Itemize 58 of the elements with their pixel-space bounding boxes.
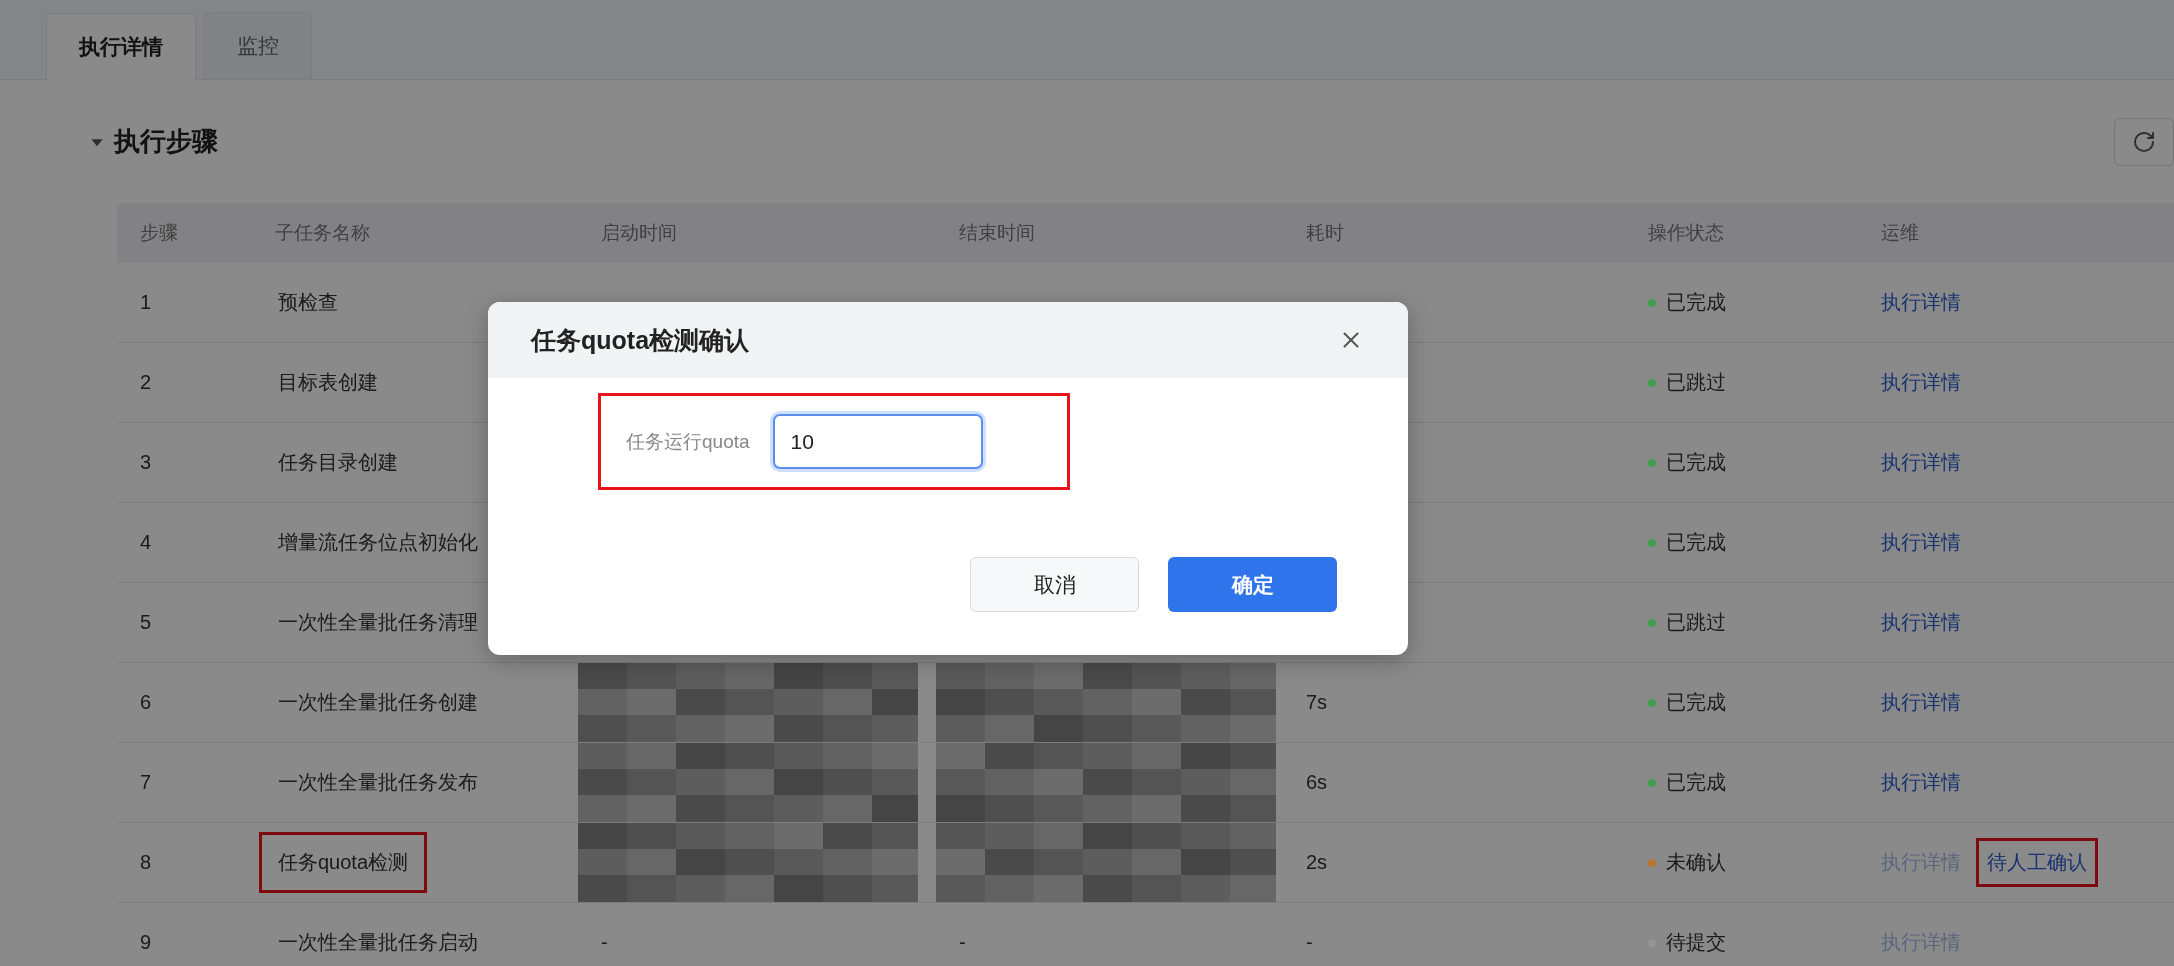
status-text: 已跳过 bbox=[1666, 610, 1726, 635]
table-cell: 5 bbox=[140, 611, 152, 634]
status-text: 待提交 bbox=[1666, 930, 1726, 955]
confirm-button[interactable]: 确定 bbox=[1168, 557, 1337, 612]
action-link[interactable]: 执行详情 bbox=[1870, 758, 1972, 807]
column-header: 步骤 bbox=[139, 221, 179, 245]
table-cell: - bbox=[959, 931, 966, 954]
table-cell: 6 bbox=[140, 691, 152, 714]
table-cell-text: 预检查 bbox=[277, 290, 339, 315]
table-cell: 2 bbox=[140, 371, 152, 394]
dialog-title: 任务quota检测确认 bbox=[531, 324, 750, 356]
tab[interactable]: 监控 bbox=[204, 12, 312, 79]
column-header: 结束时间 bbox=[958, 221, 1036, 245]
tab[interactable]: 执行详情 bbox=[46, 13, 196, 80]
table-cell: - bbox=[1306, 931, 1313, 954]
table-cell: 8 bbox=[140, 851, 152, 874]
action-link[interactable]: 执行详情 bbox=[1870, 598, 1972, 647]
column-header: 操作状态 bbox=[1647, 221, 1725, 245]
table-cell-text: 一次性全量批任务清理 bbox=[277, 610, 479, 635]
status-text: 已完成 bbox=[1666, 530, 1726, 555]
table-cell: 1 bbox=[140, 291, 152, 314]
table-cell-text: 增量流任务位点初始化 bbox=[277, 530, 479, 555]
column-header: 子任务名称 bbox=[274, 221, 371, 245]
table-cell: 任务quota检测 bbox=[259, 832, 428, 893]
column-header: 耗时 bbox=[1305, 221, 1345, 245]
refresh-button[interactable] bbox=[2114, 117, 2174, 166]
table-cell-text: 任务目录创建 bbox=[277, 450, 399, 475]
table-cell: 2s bbox=[1306, 851, 1328, 874]
action-link[interactable]: 执行详情 bbox=[1870, 438, 1972, 487]
table-cell: 3 bbox=[140, 451, 152, 474]
status-text: 已完成 bbox=[1666, 690, 1726, 715]
cancel-button[interactable]: 取消 bbox=[970, 557, 1139, 612]
table-cell: 6s bbox=[1306, 771, 1328, 794]
quota-input-field[interactable]: 10 bbox=[772, 414, 983, 469]
column-header: 运维 bbox=[1880, 221, 1920, 245]
table-cell-text: 一次性全量批任务创建 bbox=[277, 690, 479, 715]
status-text: 未确认 bbox=[1666, 850, 1726, 875]
table-cell: 7s bbox=[1306, 691, 1328, 714]
table-cell-text: 一次性全量批任务启动 bbox=[277, 930, 479, 955]
table-cell-text: 目标表创建 bbox=[277, 370, 379, 395]
table-cell: - bbox=[601, 931, 608, 954]
status-text: 已完成 bbox=[1666, 290, 1726, 315]
table-cell-text: 一次性全量批任务发布 bbox=[277, 770, 479, 795]
action-link[interactable]: 执行详情 bbox=[1870, 518, 1972, 567]
status-text: 已完成 bbox=[1666, 770, 1726, 795]
action-link[interactable]: 执行详情 bbox=[1870, 358, 1972, 407]
table-cell: 7 bbox=[140, 771, 152, 794]
refresh-icon bbox=[2132, 129, 2156, 154]
action-link[interactable]: 执行详情 bbox=[1870, 678, 1972, 727]
table-cell: 9 bbox=[140, 931, 152, 954]
column-header: 启动时间 bbox=[600, 221, 678, 245]
table-cell: 4 bbox=[140, 531, 152, 554]
action-link[interactable]: 执行详情 bbox=[1870, 278, 1972, 327]
field-label: 任务运行quota bbox=[626, 429, 750, 454]
status-text: 已完成 bbox=[1666, 450, 1726, 475]
section-title: 执行步骤 bbox=[114, 125, 218, 158]
status-text: 已跳过 bbox=[1666, 370, 1726, 395]
action-link[interactable]: 待人工确认 bbox=[1976, 838, 2098, 887]
